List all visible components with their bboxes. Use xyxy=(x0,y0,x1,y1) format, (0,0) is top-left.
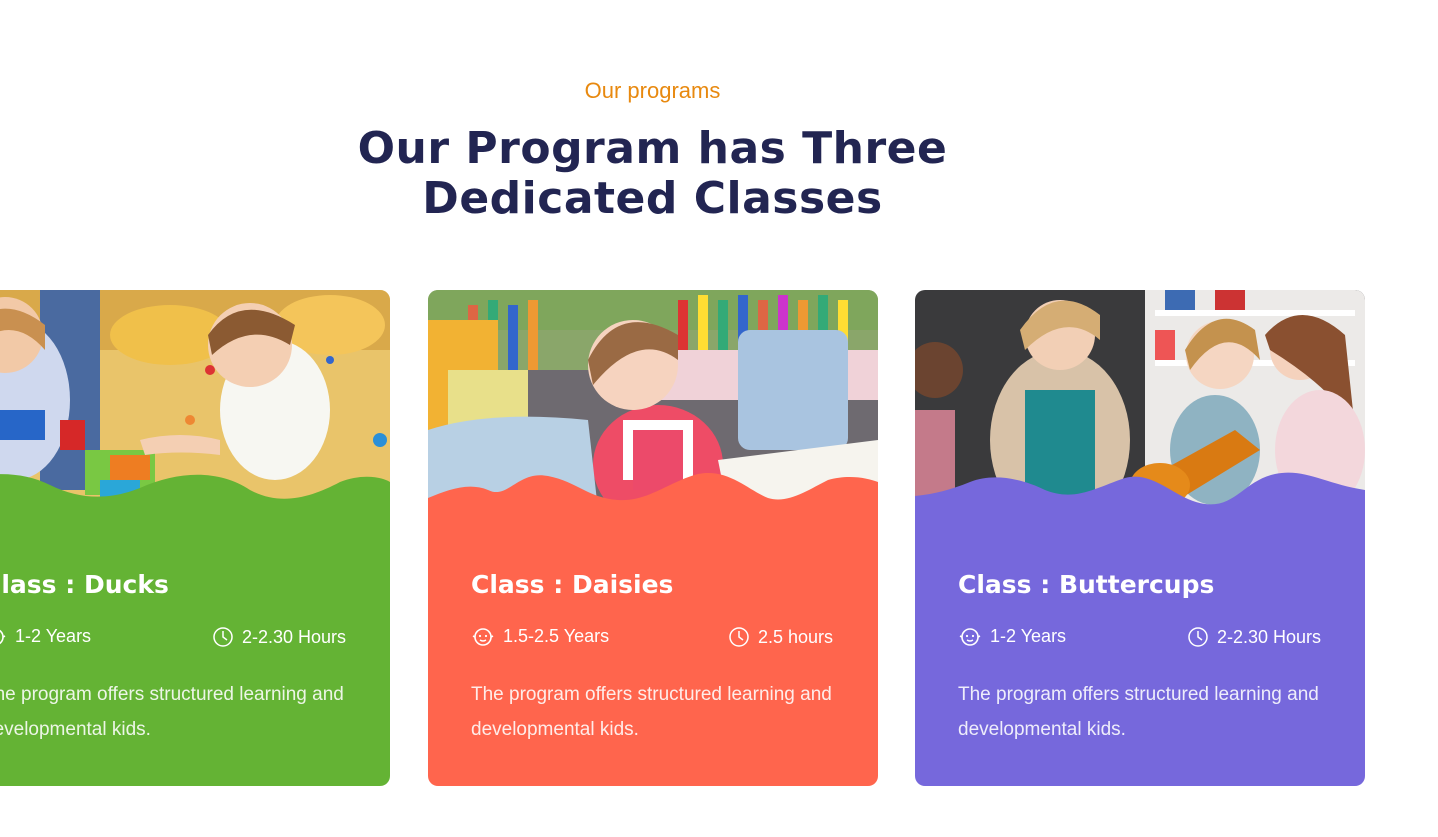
class-card-ducks[interactable]: Class : Ducks 1-2 Years 2-2.30 Hours The… xyxy=(0,290,390,786)
section-heading: Our Program has Three Dedicated Classes xyxy=(0,124,1305,224)
heading-line-2: Dedicated Classes xyxy=(422,173,883,224)
class-duration: 2-2.30 Hours xyxy=(212,626,346,648)
baby-face-icon xyxy=(472,627,494,646)
baby-face-icon xyxy=(0,629,6,644)
class-title: Class : Ducks xyxy=(0,570,169,599)
class-age: 1.5-2.5 Years xyxy=(471,626,609,647)
class-duration: 2-2.30 Hours xyxy=(1187,626,1321,648)
clock-icon xyxy=(213,627,233,647)
age-text: 1.5-2.5 Years xyxy=(503,626,610,646)
class-title: Class : Buttercups xyxy=(958,570,1215,599)
section-eyebrow: Our programs xyxy=(584,78,721,103)
heading-line-1: Our Program has Three xyxy=(357,123,948,174)
class-age: 1-2 Years xyxy=(958,626,1066,647)
class-card-daisies[interactable]: Class : Daisies 1.5-2.5 Years 2.5 hours … xyxy=(428,290,878,786)
duration-text: 2-2.30 Hours xyxy=(242,626,347,647)
class-age: 1-2 Years xyxy=(0,626,91,647)
class-description: The program offers structured learning a… xyxy=(471,684,832,740)
class-duration: 2.5 hours xyxy=(728,626,833,648)
class-description: The program offers structured learning a… xyxy=(958,684,1319,740)
class-card-buttercups[interactable]: Class : Buttercups 1-2 Years 2-2.30 Hour… xyxy=(915,290,1365,786)
age-text: 1-2 Years xyxy=(15,626,92,646)
baby-face-icon xyxy=(959,627,981,646)
duration-text: 2-2.30 Hours xyxy=(1217,626,1322,647)
duration-text: 2.5 hours xyxy=(758,626,834,647)
clock-icon xyxy=(729,627,749,647)
class-title: Class : Daisies xyxy=(471,570,674,599)
class-description: The program offers structured learning a… xyxy=(0,684,344,740)
clock-icon xyxy=(1188,627,1208,647)
age-text: 1-2 Years xyxy=(990,626,1067,646)
